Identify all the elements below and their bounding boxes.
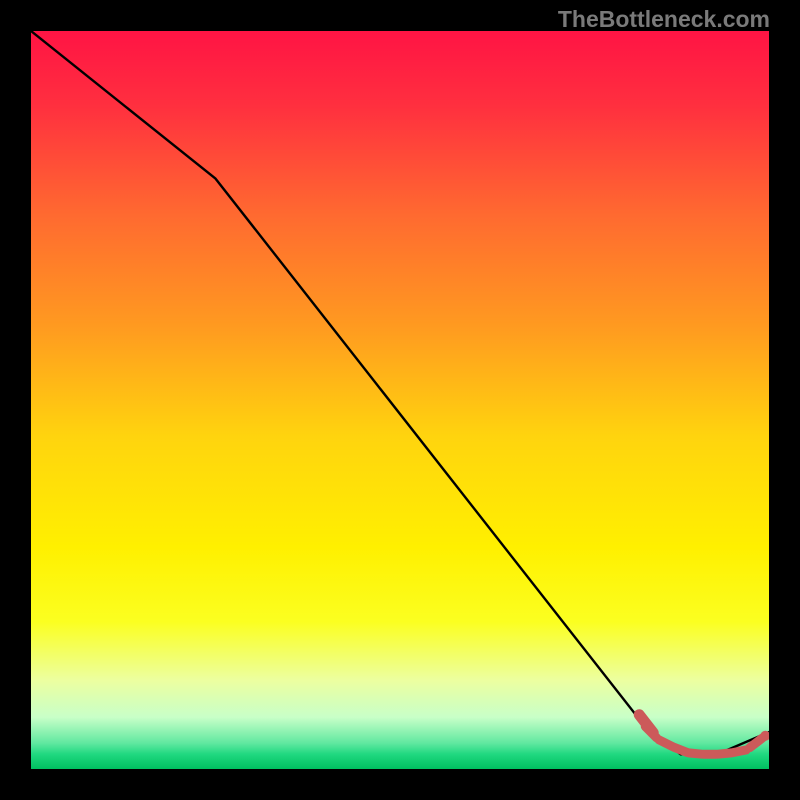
dash-segment (733, 750, 746, 753)
valley-dashes (639, 715, 762, 755)
main-curve (31, 31, 769, 754)
attribution-text: TheBottleneck.com (558, 6, 770, 33)
line-layer (31, 31, 769, 769)
dash-start (639, 715, 653, 733)
chart-stage: TheBottleneck.com (0, 0, 800, 800)
plot-area (31, 31, 769, 769)
